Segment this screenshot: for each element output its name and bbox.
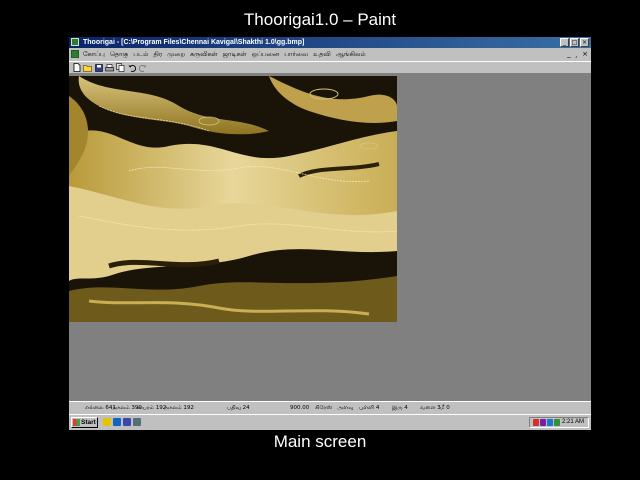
print-icon	[105, 63, 114, 71]
system-tray: 2:21 AM	[529, 417, 589, 428]
quick-launch	[103, 418, 141, 426]
print-button[interactable]	[105, 63, 114, 72]
ie-icon[interactable]	[113, 418, 121, 426]
start-button[interactable]: Start	[71, 417, 98, 428]
copy-icon	[116, 63, 125, 72]
save-icon	[94, 63, 103, 72]
menu-tools[interactable]: கருவிகள்	[190, 50, 218, 59]
menu-help[interactable]: உதவி	[313, 50, 331, 59]
new-file-icon	[73, 63, 80, 72]
taskbar: Start 2:21 AM	[69, 414, 591, 430]
status-height: உயரம் 192	[137, 405, 167, 411]
status-dots: புள்ளி 4	[359, 405, 380, 411]
slide-caption-bottom: Main screen	[273, 432, 367, 451]
open-folder-icon	[83, 64, 92, 72]
menu-view[interactable]: பார்வை	[284, 50, 308, 59]
menu-image[interactable]: படம்	[133, 50, 148, 59]
painting-image	[69, 76, 397, 322]
redo-button[interactable]	[138, 63, 147, 72]
title-bar[interactable]: Thoorigai - [C:\Program Files\Chennai Ka…	[69, 37, 591, 48]
menu-english[interactable]: ஆங்கிலம்	[336, 50, 366, 59]
new-file-button[interactable]	[72, 63, 81, 72]
menu-align[interactable]: ஒப்பனை	[252, 50, 280, 59]
menu-edit[interactable]: தொகு	[110, 50, 128, 59]
status-bar: எல்லை 641 அகலம் 399 உயரம் 192 அகலம் 192 …	[69, 401, 591, 414]
open-button[interactable]	[83, 63, 92, 72]
toolbar	[69, 61, 591, 74]
volume-icon[interactable]	[547, 419, 553, 426]
menu-open[interactable]: திர	[154, 50, 163, 59]
status-measure: அளவு	[337, 405, 354, 411]
undo-icon	[128, 64, 136, 72]
clock[interactable]: 2:21 AM	[562, 418, 584, 427]
app-icon[interactable]	[71, 38, 79, 46]
start-label: Start	[81, 419, 96, 426]
screen: Thoorigai - [C:\Program Files\Chennai Ka…	[69, 37, 591, 430]
status-mi: மீ 0	[440, 405, 450, 411]
status-zoom: 900.00	[290, 405, 310, 411]
monitor-icon[interactable]	[554, 419, 560, 426]
minimize-button[interactable]: _	[560, 38, 569, 47]
menu-jars[interactable]: ஜாடிகள்	[223, 50, 247, 59]
menu-file[interactable]: கோப்பு	[83, 50, 105, 59]
network-icon[interactable]	[540, 419, 546, 426]
status-two: இரு 4	[392, 405, 408, 411]
maximize-button[interactable]: □	[570, 38, 579, 47]
outlook-icon[interactable]	[123, 418, 131, 426]
undo-button[interactable]	[127, 63, 136, 72]
status-crayons: கிரேஸ்	[315, 405, 333, 411]
status-curve: வளை 3	[420, 405, 441, 411]
windows-logo-icon	[73, 419, 80, 426]
window-title: Thoorigai - [C:\Program Files\Chennai Ka…	[83, 39, 305, 46]
document-icon[interactable]	[71, 50, 79, 58]
desktop-icon[interactable]	[103, 418, 111, 426]
language-icon[interactable]	[533, 419, 539, 426]
mdi-restore-button[interactable]: ¸	[575, 50, 579, 58]
close-button[interactable]: ×	[580, 38, 589, 47]
menu-bar: கோப்பு தொகு படம் திர முறை கருவிகள் ஜாடிக…	[69, 48, 591, 60]
save-button[interactable]	[94, 63, 103, 72]
mdi-close-button[interactable]: ×	[582, 50, 588, 58]
status-width-2: அகலம் 192	[163, 405, 194, 411]
mdi-minimize-button[interactable]: _	[567, 50, 571, 58]
redo-icon	[138, 64, 146, 72]
workspace[interactable]	[69, 74, 591, 401]
slide-caption-top: Thoorigai1.0 – Paint	[243, 10, 397, 29]
channel-icon[interactable]	[133, 418, 141, 426]
status-bitdepth: பதிவு 24	[227, 405, 250, 411]
copy-button[interactable]	[116, 63, 125, 72]
image-canvas[interactable]	[69, 76, 397, 322]
menu-mode[interactable]: முறை	[167, 50, 185, 59]
